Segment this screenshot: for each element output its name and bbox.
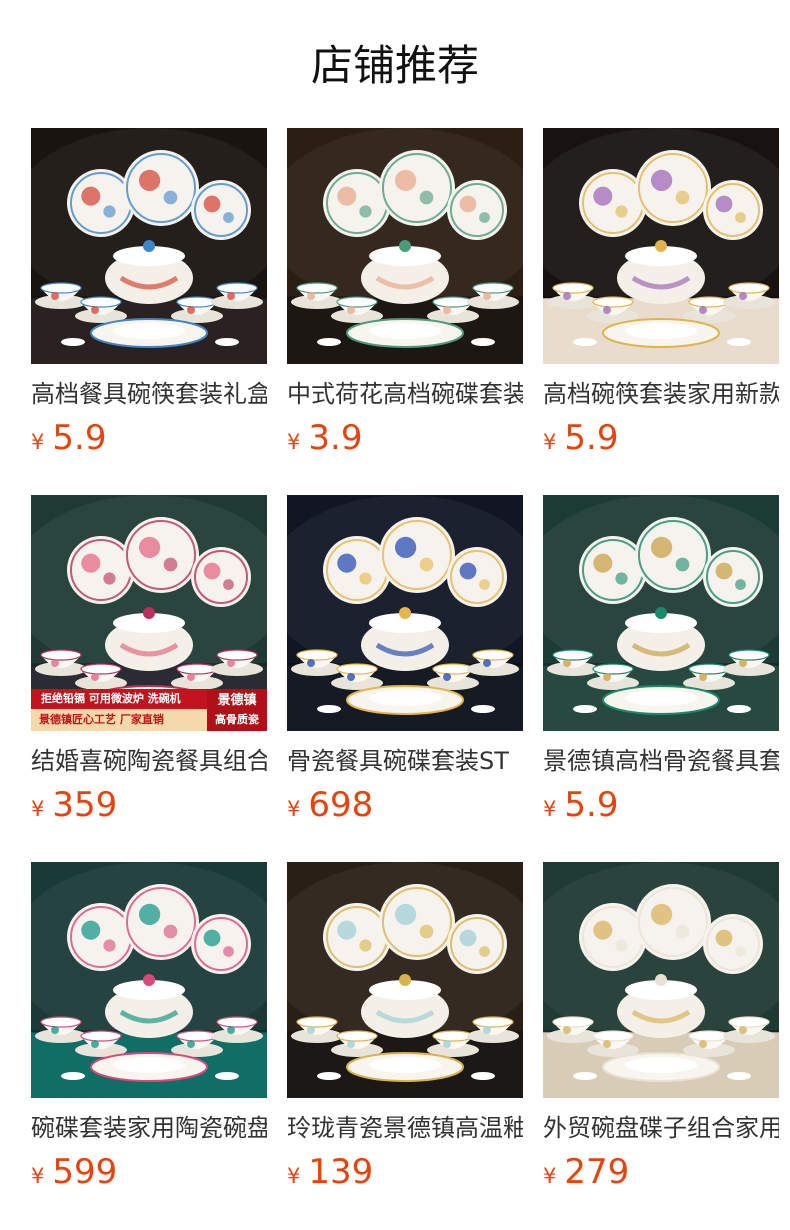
price-row: ¥698 xyxy=(287,785,523,825)
page-title: 店铺推荐 xyxy=(310,41,479,90)
currency-symbol: ¥ xyxy=(31,430,45,454)
product-price: 5.9 xyxy=(52,418,107,458)
product-price: 279 xyxy=(564,1152,630,1192)
product-price: 599 xyxy=(52,1152,118,1192)
currency-symbol: ¥ xyxy=(543,430,557,454)
product-image[interactable] xyxy=(31,862,267,1098)
promo-line-2: 景德镇匠心工艺 厂家直销 xyxy=(31,709,207,731)
product-image[interactable]: 拒绝铅镉 可用微波炉 洗碗机 景德镇匠心工艺 厂家直销 景德镇高骨质瓷 xyxy=(31,495,267,731)
product-image[interactable] xyxy=(31,128,267,364)
price-row: ¥599 xyxy=(31,1152,267,1192)
teal-peony-dinnerware-photo xyxy=(31,862,267,1098)
product-image[interactable] xyxy=(543,862,779,1098)
currency-symbol: ¥ xyxy=(287,1164,301,1188)
promo-badge-title: 景德镇 xyxy=(217,693,257,708)
lotus-dinnerware-set-photo xyxy=(287,128,523,364)
currency-symbol: ¥ xyxy=(287,430,301,454)
product-price: 698 xyxy=(308,785,374,825)
floral-dinnerware-set-photo xyxy=(31,128,267,364)
product-title[interactable]: 玲珑青瓷景德镇高温釉 xyxy=(287,1112,523,1144)
price-row: ¥279 xyxy=(543,1152,779,1192)
product-image[interactable] xyxy=(287,862,523,1098)
product-title[interactable]: 骨瓷餐具碗碟套装ST xyxy=(287,745,523,777)
product-price: 359 xyxy=(52,785,118,825)
price-row: ¥3.9 xyxy=(287,418,523,458)
product-card[interactable]: 玲珑青瓷景德镇高温釉 ¥139 xyxy=(287,862,523,1229)
currency-symbol: ¥ xyxy=(543,797,557,821)
product-card[interactable]: 高档碗筷套装家用新款 ¥5.9 xyxy=(543,128,779,495)
currency-symbol: ¥ xyxy=(543,1164,557,1188)
promo-badge: 景德镇 高骨质瓷 xyxy=(207,689,267,731)
product-title[interactable]: 外贸碗盘碟子组合家用 xyxy=(543,1112,779,1144)
currency-symbol: ¥ xyxy=(31,1164,45,1188)
product-title[interactable]: 碗碟套装家用陶瓷碗盘 xyxy=(31,1112,267,1144)
product-price: 139 xyxy=(308,1152,374,1192)
product-card[interactable]: 外贸碗盘碟子组合家用 ¥279 xyxy=(543,862,779,1229)
promo-line-1: 拒绝铅镉 可用微波炉 洗碗机 xyxy=(31,689,207,709)
price-row: ¥359 xyxy=(31,785,267,825)
product-title[interactable]: 高档餐具碗筷套装礼盒 xyxy=(31,378,267,410)
promo-badge-subtitle: 高骨质瓷 xyxy=(215,713,259,726)
product-image[interactable] xyxy=(287,495,523,731)
product-price: 5.9 xyxy=(564,418,619,458)
product-price: 5.9 xyxy=(564,785,619,825)
price-row: ¥139 xyxy=(287,1152,523,1192)
currency-symbol: ¥ xyxy=(31,797,45,821)
product-card[interactable]: 骨瓷餐具碗碟套装ST ¥698 xyxy=(287,495,523,862)
product-card[interactable]: 碗碟套装家用陶瓷碗盘 ¥599 xyxy=(31,862,267,1229)
purple-floral-dinnerware-photo xyxy=(543,128,779,364)
blue-lattice-dinnerware-photo xyxy=(287,495,523,731)
product-title[interactable]: 中式荷花高档碗碟套装 xyxy=(287,378,523,410)
product-card[interactable]: 高档餐具碗筷套装礼盒 ¥5.9 xyxy=(31,128,267,495)
gold-rim-dinnerware-photo xyxy=(543,495,779,731)
product-image[interactable] xyxy=(287,128,523,364)
product-title[interactable]: 景德镇高档骨瓷餐具套装 xyxy=(543,745,779,777)
product-grid: 高档餐具碗筷套装礼盒 ¥5.9 中式荷花高档碗碟套装 ¥3.9 高档碗筷套装家用新款 ¥5… xyxy=(31,128,779,1229)
price-row: ¥5.9 xyxy=(543,785,779,825)
product-price: 3.9 xyxy=(308,418,363,458)
promo-banner: 拒绝铅镉 可用微波炉 洗碗机 景德镇匠心工艺 厂家直销 景德镇高骨质瓷 xyxy=(31,689,267,731)
currency-symbol: ¥ xyxy=(287,797,301,821)
product-image[interactable] xyxy=(543,128,779,364)
product-title[interactable]: 结婚喜碗陶瓷餐具组合 xyxy=(31,745,267,777)
product-card[interactable]: 拒绝铅镉 可用微波炉 洗碗机 景德镇匠心工艺 厂家直销 景德镇高骨质瓷结婚喜碗陶瓷餐… xyxy=(31,495,267,862)
product-card[interactable]: 景德镇高档骨瓷餐具套装 ¥5.9 xyxy=(543,495,779,862)
product-card[interactable]: 中式荷花高档碗碟套装 ¥3.9 xyxy=(287,128,523,495)
celadon-dinnerware-photo xyxy=(287,862,523,1098)
product-title[interactable]: 高档碗筷套装家用新款 xyxy=(543,378,779,410)
product-image[interactable] xyxy=(543,495,779,731)
price-row: ¥5.9 xyxy=(543,418,779,458)
price-row: ¥5.9 xyxy=(31,418,267,458)
white-gold-dinnerware-photo xyxy=(543,862,779,1098)
